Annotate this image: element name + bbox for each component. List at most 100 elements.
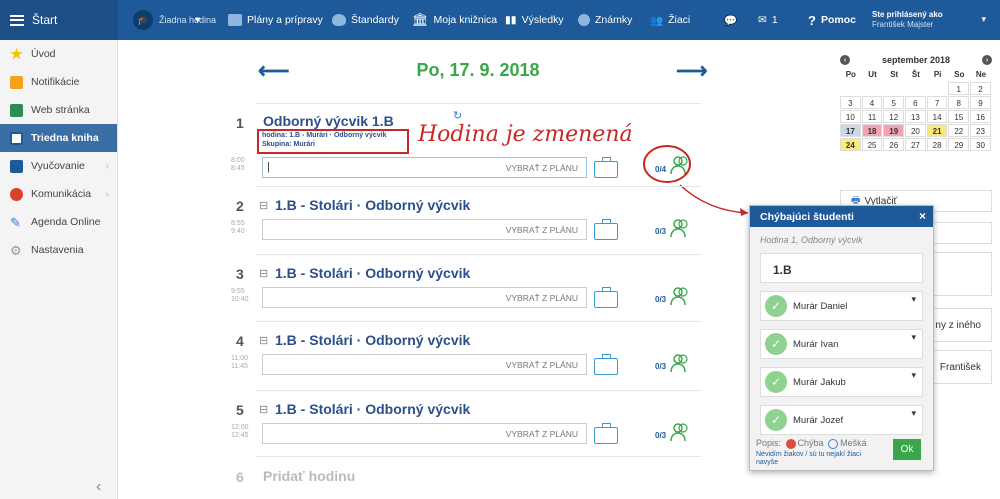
attendance-people-icon[interactable] — [670, 353, 690, 373]
briefcase-icon[interactable] — [594, 157, 618, 178]
calendar-day[interactable]: 6 — [905, 96, 926, 109]
calendar-day[interactable]: 14 — [926, 110, 948, 123]
calendar-day[interactable]: 13 — [905, 110, 926, 123]
close-icon[interactable]: × — [919, 209, 926, 223]
calendar-day[interactable]: 23 — [970, 124, 991, 137]
chevron-down-icon[interactable]: ▾ — [911, 332, 916, 343]
calendar-day[interactable]: 19 — [883, 124, 905, 137]
calendar-day[interactable]: 12 — [883, 110, 905, 123]
nav-plans[interactable]: Plány a prípravy — [228, 0, 323, 40]
calendar-day[interactable]: 3 — [840, 96, 861, 109]
sidebar-item-uvod[interactable]: Úvod — [0, 40, 117, 68]
choose-from-plan-button[interactable]: VYBRAŤ Z PLÁNU — [506, 293, 578, 303]
calendar-day[interactable]: 21 — [926, 124, 948, 137]
sidebar-item-vyucovanie[interactable]: Vyučovanie › — [0, 152, 117, 180]
refresh-icon[interactable]: ↻ — [453, 109, 462, 122]
calendar-day[interactable]: 30 — [970, 138, 991, 151]
calendar-day[interactable]: 25 — [861, 138, 883, 151]
sidebar-item-web[interactable]: Web stránka — [0, 96, 117, 124]
check-icon[interactable]: ✓ — [765, 409, 787, 431]
calendar-day[interactable]: 8 — [948, 96, 970, 109]
chevron-down-icon[interactable]: ▾ — [911, 370, 916, 381]
calendar-day[interactable]: 2 — [970, 82, 991, 95]
collapse-icon[interactable]: ⊟ — [259, 334, 268, 347]
briefcase-icon[interactable] — [594, 354, 618, 375]
calendar-day[interactable]: 29 — [948, 138, 970, 151]
choose-from-plan-button[interactable]: VYBRAŤ Z PLÁNU — [506, 225, 578, 235]
next-month-icon[interactable]: › — [981, 55, 992, 65]
lesson-title[interactable]: 1.B - Stolári · Odborný výcvik — [275, 401, 470, 417]
calendar-day[interactable]: 9 — [970, 96, 991, 109]
messages-button[interactable]: ✉ 1 — [758, 0, 778, 40]
check-icon[interactable]: ✓ — [765, 295, 787, 317]
briefcase-icon[interactable] — [594, 219, 618, 240]
calendar-day[interactable]: 18 — [861, 124, 883, 137]
calendar-day[interactable]: 20 — [905, 124, 926, 137]
nav-grades[interactable]: Známky — [578, 0, 632, 40]
collapse-icon[interactable]: ⊟ — [259, 267, 268, 280]
choose-from-plan-button[interactable]: VYBRAŤ Z PLÁNU — [506, 163, 578, 173]
calendar-day[interactable]: 10 — [840, 110, 861, 123]
chevron-down-icon[interactable]: ▾ — [911, 294, 916, 305]
attendance-people-icon[interactable] — [670, 286, 690, 306]
add-lesson-button[interactable]: Pridať hodinu — [263, 468, 355, 484]
nav-results[interactable]: ▮▮ Výsledky — [505, 0, 564, 40]
lesson-title[interactable]: 1.B - Stolári · Odborný výcvik — [275, 332, 470, 348]
nav-students-label: Žiaci — [668, 14, 691, 26]
calendar-day[interactable]: 28 — [926, 138, 948, 151]
sidebar-item-nastavenia[interactable]: ⚙ Nastavenia — [0, 236, 117, 264]
user-menu[interactable]: Ste prihlásený ako František Majster — [872, 0, 992, 40]
prev-month-icon[interactable]: ‹ — [840, 55, 850, 65]
lesson-title[interactable]: 1.B - Stolári · Odborný výcvik — [275, 265, 470, 281]
lesson-title[interactable]: Odborný výcvik 1.B — [263, 113, 394, 129]
calendar-day[interactable]: 22 — [948, 124, 970, 137]
calendar-day[interactable]: 27 — [905, 138, 926, 151]
sidebar-item-agenda[interactable]: ✎ Agenda Online — [0, 208, 117, 236]
student-row[interactable]: ✓ Murár Jakub ▾ — [760, 367, 923, 397]
calendar-day[interactable]: 4 — [861, 96, 883, 109]
attendance-people-icon[interactable] — [670, 218, 690, 238]
lesson-title[interactable]: 1.B - Stolári · Odborný výcvik — [275, 197, 470, 213]
student-row[interactable]: ✓ Murár Daniel ▾ — [760, 291, 923, 321]
sidebar-item-notifikacie[interactable]: Notifikácie — [0, 68, 117, 96]
help-button[interactable]: ? Pomoc — [808, 0, 856, 40]
calendar-day[interactable]: 15 — [948, 110, 970, 123]
chat-button[interactable]: 💬 — [724, 0, 737, 40]
calendar-day[interactable]: 16 — [970, 110, 991, 123]
student-row[interactable]: ✓ Murár Jozef ▾ — [760, 405, 923, 435]
lesson-topic-input[interactable]: | VYBRAŤ Z PLÁNU — [262, 157, 587, 178]
attendance-people-icon[interactable] — [670, 422, 690, 442]
briefcase-icon[interactable] — [594, 287, 618, 308]
lesson-topic-input[interactable]: VYBRAŤ Z PLÁNU — [262, 287, 587, 308]
collapse-icon[interactable]: ⊟ — [259, 403, 268, 416]
sidebar-item-triedna-kniha[interactable]: Triedna kniha — [0, 124, 117, 152]
next-day-arrow-icon[interactable]: ⟶ — [676, 58, 708, 84]
calendar-day[interactable]: 7 — [926, 96, 948, 109]
nav-students[interactable]: 👥 Žiaci — [650, 0, 690, 40]
check-icon[interactable]: ✓ — [765, 371, 787, 393]
briefcase-icon[interactable] — [594, 423, 618, 444]
calendar-day[interactable]: 5 — [883, 96, 905, 109]
calendar-day[interactable]: 1 — [948, 82, 970, 95]
calendar-day[interactable]: 11 — [861, 110, 883, 123]
collapse-icon[interactable]: ⊟ — [259, 199, 268, 212]
choose-from-plan-button[interactable]: VYBRAŤ Z PLÁNU — [506, 360, 578, 370]
lesson-topic-input[interactable]: VYBRAŤ Z PLÁNU — [262, 423, 587, 444]
nav-standards[interactable]: Štandardy — [332, 0, 399, 40]
students-mismatch-link[interactable]: Nevidím žiakov / sú tu nejakí žiaci navy… — [756, 451, 876, 467]
chevron-down-icon[interactable]: ▾ — [911, 408, 916, 419]
lesson-topic-input[interactable]: VYBRAŤ Z PLÁNU — [262, 354, 587, 375]
calendar-day[interactable]: 24 — [840, 138, 861, 151]
calendar-day[interactable]: 26 — [883, 138, 905, 151]
student-row[interactable]: ✓ Murár Ivan ▾ — [760, 329, 923, 359]
calendar-day[interactable]: 17 — [840, 124, 861, 137]
collapse-sidebar-button[interactable]: ‹ — [96, 478, 101, 496]
lesson-select[interactable]: 🎓 Žiadna hodina ▾ — [133, 0, 216, 40]
nav-library[interactable]: 🏛 Moja knižnica — [412, 0, 497, 40]
sidebar-item-komunikacia[interactable]: Komunikácia › — [0, 180, 117, 208]
lesson-topic-input[interactable]: VYBRAŤ Z PLÁNU — [262, 219, 587, 240]
ok-button[interactable]: Ok — [893, 439, 921, 460]
choose-from-plan-button[interactable]: VYBRAŤ Z PLÁNU — [506, 429, 578, 439]
start-menu-button[interactable]: Štart — [0, 0, 118, 40]
check-icon[interactable]: ✓ — [765, 333, 787, 355]
